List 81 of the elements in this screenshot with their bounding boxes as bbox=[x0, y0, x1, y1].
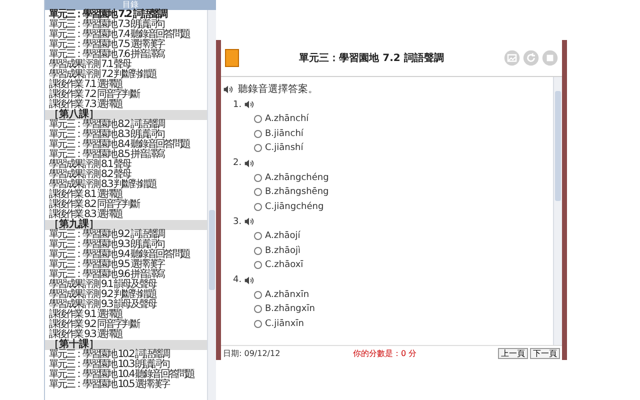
lesson-link[interactable]: 課後作業 7.2 同音字判斷 bbox=[45, 90, 207, 100]
question-number: 3. bbox=[233, 216, 242, 226]
option-label[interactable]: A.zhāojí bbox=[265, 231, 300, 242]
sidebar-header: 目錄 bbox=[45, 0, 216, 10]
lesson-link[interactable]: 單元三：學習園地 9.5 選擇漢字 bbox=[45, 260, 207, 270]
lesson-heading: ［第八課］ bbox=[45, 110, 207, 120]
radio-button[interactable] bbox=[254, 130, 262, 138]
lesson-link[interactable]: 課後作業 9.3 選擇題 bbox=[45, 330, 207, 340]
lesson-link[interactable]: 課後作業 7.1 選擇題 bbox=[45, 80, 207, 90]
radio-button[interactable] bbox=[254, 115, 262, 124]
lesson-link[interactable]: 單元三：學習園地 10.3 朗讀詞句 bbox=[45, 360, 207, 370]
lesson-link[interactable]: 單元三：學習園地 9.3 朗讀詞句 bbox=[45, 240, 207, 250]
lesson-link[interactable]: 學習成果評測 8.3 判斷對錯題 bbox=[45, 180, 207, 190]
lesson-link[interactable]: 學習成果評測 8.2 聲母 bbox=[45, 170, 207, 180]
lesson-heading: ［第十課］ bbox=[45, 340, 207, 350]
option-label[interactable]: C.jiānxīn bbox=[265, 318, 304, 329]
option-label[interactable]: B.zhāojì bbox=[265, 246, 300, 256]
question-number: 2. bbox=[233, 158, 242, 168]
lesson-link[interactable]: 學習成果評測 9.2 判斷對錯題 bbox=[45, 290, 207, 300]
scrollbar[interactable] bbox=[553, 77, 562, 345]
lesson-link[interactable]: 單元三：學習園地 10.5 選擇漢字 bbox=[45, 380, 207, 390]
lesson-link[interactable]: 學習成果評測 7.1 聲母 bbox=[45, 60, 207, 70]
lesson-link[interactable]: 單元三：學習園地 8.4 聽錄音回答問題 bbox=[45, 140, 207, 150]
option-label[interactable]: B.zhāngshēng bbox=[265, 187, 329, 198]
lesson-link[interactable]: 單元三：學習園地 9.2 詞語聲調 bbox=[45, 230, 207, 240]
option-label[interactable]: A.zhānxīn bbox=[265, 290, 310, 300]
nav-button[interactable]: 下一頁 bbox=[530, 348, 560, 358]
option-label[interactable]: C.jiānshí bbox=[265, 143, 304, 154]
lesson-link[interactable]: 單元三：學習園地 8.2 詞語聲調 bbox=[45, 120, 207, 130]
lesson-link[interactable]: 單元三：學習園地 7.4 聽錄音回答問題 bbox=[45, 30, 207, 40]
radio-button[interactable] bbox=[254, 290, 262, 299]
lesson-link[interactable]: 單元三：學習園地 7.6 拼音譯寫 bbox=[45, 50, 207, 60]
lesson-link[interactable]: 單元三：學習園地 8.3 朗讀詞句 bbox=[45, 130, 207, 140]
lesson-heading: ［第九課］ bbox=[45, 220, 207, 230]
radio-button[interactable] bbox=[254, 320, 262, 328]
lesson-link[interactable]: 課後作業 8.3 選擇題 bbox=[45, 210, 207, 220]
radio-button[interactable] bbox=[254, 261, 262, 270]
lesson-link[interactable]: 單元三：學習園地 10.2 詞語聲調 bbox=[45, 350, 207, 360]
radio-button[interactable] bbox=[254, 246, 262, 255]
lesson-link[interactable]: 單元三：學習園地 7.3 朗讀詞句 bbox=[45, 20, 207, 30]
lesson-link[interactable]: 單元三：學習園地 10.4 聽錄音回答問題 bbox=[45, 370, 207, 380]
lesson-link[interactable]: 學習成果評測 7.2 判斷對錯題 bbox=[45, 70, 207, 80]
instruction-text: 聽錄音選擇答案。 bbox=[238, 82, 318, 96]
option-label[interactable]: A.zhāngchéng bbox=[265, 172, 329, 183]
speaker-icon[interactable] bbox=[244, 217, 254, 226]
nav-button[interactable]: 上一頁 bbox=[498, 348, 528, 358]
speaker-icon[interactable] bbox=[223, 84, 233, 94]
option-label[interactable]: C.jiāngchéng bbox=[265, 202, 324, 212]
radio-button[interactable] bbox=[254, 202, 262, 211]
speaker-icon[interactable] bbox=[244, 158, 254, 168]
option-label[interactable]: A.zhānchí bbox=[265, 114, 309, 124]
radio-button[interactable] bbox=[254, 144, 262, 152]
book-icon bbox=[225, 49, 239, 67]
lesson-link[interactable]: 單元三：學習園地 7.5 選擇漢字 bbox=[45, 40, 207, 50]
speaker-icon[interactable] bbox=[244, 276, 254, 284]
radio-button[interactable] bbox=[254, 305, 262, 314]
lesson-link[interactable]: 課後作業 7.3 選擇題 bbox=[45, 100, 207, 110]
speaker-icon[interactable] bbox=[244, 100, 254, 109]
lesson-title: 單元三：學習園地 7.2 詞語聲調 bbox=[298, 51, 445, 65]
scrollbar[interactable] bbox=[207, 10, 216, 400]
date-text: 日期: 09/12/12 bbox=[223, 348, 282, 358]
score-message: 你的分數是：0 分 bbox=[352, 348, 418, 358]
option-label[interactable]: B.jiānchí bbox=[265, 128, 304, 139]
question-number: 1. bbox=[233, 100, 242, 110]
lesson-link[interactable]: 課後作業 8.2 同音字判斷 bbox=[45, 200, 207, 210]
radio-button[interactable] bbox=[254, 174, 262, 182]
radio-button[interactable] bbox=[254, 232, 262, 240]
lesson-link[interactable]: 單元三：學習園地 8.5 拼音譯寫 bbox=[45, 150, 207, 160]
lesson-link[interactable]: 課後作業 9.1 選擇題 bbox=[45, 310, 207, 320]
radio-button[interactable] bbox=[254, 188, 262, 196]
lesson-link[interactable]: 學習成果評測 8.1 聲母 bbox=[45, 160, 207, 170]
lesson-link[interactable]: 課後作業 8.1 選擇題 bbox=[45, 190, 207, 200]
lesson-link[interactable]: 單元三：學習園地 7.2 詞語聲調 bbox=[45, 10, 207, 20]
option-label[interactable]: C.zhāoxī bbox=[265, 260, 304, 270]
lesson-link[interactable]: 課後作業 9.2 同音字判斷 bbox=[45, 320, 207, 330]
lesson-link[interactable]: 單元三：學習園地 9.6 拼音譯寫 bbox=[45, 270, 207, 280]
option-label[interactable]: B.zhāngxīn bbox=[265, 304, 315, 314]
lesson-link[interactable]: 學習成果評測 9.3 韻母及聲母 bbox=[45, 300, 207, 310]
question-number: 4. bbox=[233, 275, 242, 285]
lesson-link[interactable]: 單元三：學習園地 9.4 聽錄音回答問題 bbox=[45, 250, 207, 260]
lesson-link[interactable]: 學習成果評測 9.1 韻母及聲母 bbox=[45, 280, 207, 290]
